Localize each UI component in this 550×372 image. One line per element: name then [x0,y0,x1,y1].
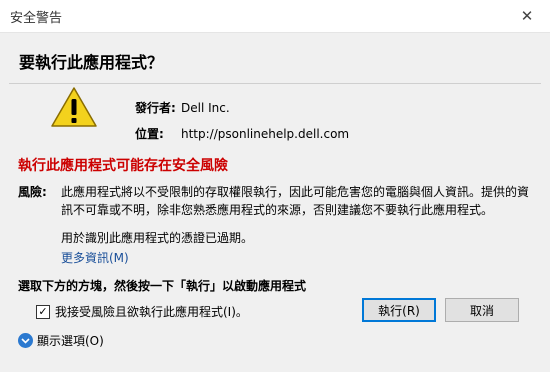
reason-label: 風險: [18,185,47,199]
show-options-toggle[interactable]: 顯示選項(O) [18,332,104,349]
dialog-heading: 要執行此應用程式？ [19,53,164,72]
reason-text: 此應用程式將以不受限制的存取權限執行，因此可能危害您的電腦與個人資訊。提供的資訊… [61,185,530,217]
close-icon: ✕ [520,7,534,25]
cancel-button[interactable]: 取消 [445,298,519,322]
location-row: 位置: http://psonlinehelp.dell.com [135,125,349,142]
location-label: 位置: [135,127,164,141]
risk-warning: 執行此應用程式可能存在安全風險 [18,158,228,174]
accept-risk-checkbox[interactable]: ✓ 我接受風險且欲執行此應用程式(I)。 [36,303,248,320]
close-button[interactable]: ✕ [504,0,550,32]
divider [9,83,541,84]
run-button[interactable]: 執行(R) [362,298,436,322]
title-bar: 安全警告 ✕ [0,0,550,33]
location-value: http://psonlinehelp.dell.com [181,127,350,141]
more-info-link[interactable]: 更多資訊(M) [61,249,129,266]
warning-icon [51,87,97,127]
certificate-expired-text: 用於識別此應用程式的憑證已過期。 [61,231,254,245]
checkbox-box[interactable]: ✓ [36,304,50,319]
window-title: 安全警告 [10,11,63,26]
publisher-label: 發行者: [135,101,176,115]
publisher-row: 發行者: Dell Inc. [135,99,230,116]
instruction-text: 選取下方的方塊，然後按一下「執行」以啟動應用程式 [18,279,307,293]
chevron-down-icon [18,333,33,348]
accept-risk-label: 我接受風險且欲執行此應用程式(I)。 [55,305,248,319]
show-options-label: 顯示選項(O) [37,334,104,348]
dialog-body: 要執行此應用程式？ 發行者: Dell Inc. 位置: http://psonli… [0,33,550,372]
publisher-value: Dell Inc. [181,101,230,115]
